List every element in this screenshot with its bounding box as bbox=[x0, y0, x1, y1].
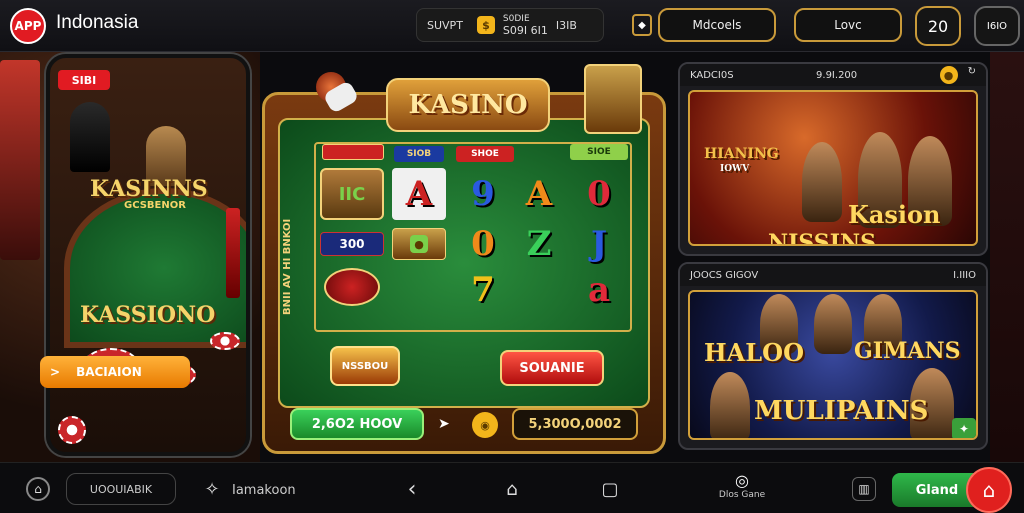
cta-label: BACIAION bbox=[76, 365, 142, 379]
diamond-icon[interactable]: ◆ bbox=[632, 14, 652, 36]
recents-icon[interactable]: ▢ bbox=[598, 477, 622, 501]
level-button[interactable]: 20 bbox=[915, 6, 961, 46]
chip-column bbox=[226, 208, 240, 298]
phone-cta-button[interactable]: > BACIAION bbox=[40, 356, 190, 388]
arrow-right-icon[interactable]: ➤ bbox=[438, 416, 450, 432]
balance-left-pill[interactable]: 2,6O2 HOOV bbox=[290, 408, 424, 440]
card-top-title-sub: NISSINS bbox=[768, 230, 876, 246]
reel-symbol-z: Z bbox=[526, 224, 552, 264]
left-nav-pill[interactable]: UOOUIABIK bbox=[66, 473, 176, 505]
reel-symbol-j: J bbox=[590, 224, 608, 264]
reel-tag-0 bbox=[322, 144, 384, 160]
player-figure bbox=[814, 294, 852, 354]
reel-tag-2: SHOE bbox=[456, 146, 514, 162]
player-figure bbox=[710, 372, 750, 438]
house-icon: ⌂ bbox=[982, 478, 996, 502]
phone-subtitle-1: GCSBENOR bbox=[124, 200, 186, 211]
wallet-label: SUVPT bbox=[427, 18, 463, 32]
phone-top-badge: SIBI bbox=[58, 70, 110, 90]
game-card-bottom[interactable]: JOOCS GIGOV I.IIIO HALOO GIMANS MULIPAIN… bbox=[678, 262, 988, 450]
kasino-badge: NSSBOU bbox=[330, 346, 400, 386]
home-circle-icon[interactable]: ⌂ bbox=[26, 477, 50, 501]
love-button[interactable]: Lovc bbox=[794, 8, 902, 42]
level-value: 20 bbox=[927, 16, 949, 36]
card-top-refresh-icon[interactable]: ↻ bbox=[968, 66, 976, 84]
reel-symbol-a3: a bbox=[587, 270, 611, 310]
kasino-logo: KASINO bbox=[386, 78, 550, 132]
reel-symbol-0: 0 bbox=[587, 174, 611, 214]
card-top-header: KADCI0S 9.9I.200 ● ↻ bbox=[680, 64, 986, 86]
notification-badge: I6IO bbox=[986, 20, 1008, 32]
card-bottom-header-left: JOOCS GIGOV bbox=[690, 269, 759, 281]
app-logo-text: APP bbox=[14, 19, 42, 33]
card-bottom-title-3: MULIPAINS bbox=[754, 396, 929, 426]
treasure-chest-icon bbox=[584, 64, 642, 134]
home-fab-button[interactable]: ⌂ bbox=[966, 467, 1012, 513]
notification-button[interactable]: I6IO bbox=[974, 6, 1020, 46]
phone-title-1: KASINNS bbox=[90, 176, 208, 202]
gold-coin-icon: ◉ bbox=[472, 412, 498, 438]
card-top-title-small: HIANING bbox=[704, 146, 779, 162]
reel-symbol-iic: IIC bbox=[320, 168, 384, 220]
card-top-art: HIANING IOWV Kasion NISSINS bbox=[688, 90, 978, 246]
reel-symbol-o: 0 bbox=[471, 224, 495, 264]
reel-symbol-coin: ● bbox=[392, 228, 446, 260]
app-logo[interactable]: APP bbox=[10, 8, 46, 44]
reel-symbol-a2: A bbox=[525, 174, 553, 214]
dealer-figure bbox=[70, 102, 110, 172]
spin-button[interactable]: SOUANIE bbox=[500, 350, 604, 386]
card-bottom-art: HALOO GIMANS MULIPAINS ✦ bbox=[688, 290, 978, 440]
cta-arrow-icon: > bbox=[50, 365, 61, 379]
character-figure bbox=[802, 142, 842, 222]
game-card-top[interactable]: KADCI0S 9.9I.200 ● ↻ HIANING IOWV Kasion … bbox=[678, 62, 988, 256]
card-bottom-title-2: GIMANS bbox=[854, 338, 961, 364]
wallet-display[interactable]: SUVPT $ S0DIE S09I 6I1 I3IB bbox=[416, 8, 604, 42]
chip-small-icon bbox=[210, 332, 240, 350]
card-bottom-title-1: HALOO bbox=[704, 338, 804, 367]
home-icon[interactable]: ⌂ bbox=[500, 477, 524, 501]
puzzle-icon[interactable]: ✧ bbox=[200, 477, 224, 501]
menu-button[interactable]: Mdcoels bbox=[658, 8, 776, 42]
back-icon[interactable]: ‹ bbox=[400, 477, 424, 502]
app-title: Indonasia bbox=[56, 12, 139, 33]
wallet-extra: I3IB bbox=[555, 18, 577, 32]
grid-icon[interactable]: ▥ bbox=[852, 477, 876, 501]
reel-symbol-badge bbox=[324, 268, 380, 306]
bottom-nav: ⌂ UOOUIABIK ✧ Iamakoon ‹ ⌂ ▢ ◎ Dlos Gane… bbox=[0, 462, 1024, 513]
casino-background-right bbox=[990, 52, 1024, 462]
reel-symbol-9: 9 bbox=[471, 174, 495, 214]
balance-right-pill[interactable]: 5,300O,0002 bbox=[512, 408, 638, 440]
games-label: Dlos Gane bbox=[718, 490, 766, 500]
card-top-header-value: 9.9I.200 bbox=[816, 69, 858, 81]
reel-coin-icon: ● bbox=[410, 235, 428, 253]
games-icon: ◎ bbox=[735, 471, 749, 490]
card-bottom-header: JOOCS GIGOV I.IIIO bbox=[680, 264, 986, 286]
card-top-title-main: Kasion bbox=[848, 200, 941, 229]
card-top-header-left: KADCI0S bbox=[690, 69, 734, 81]
coin-icon: $ bbox=[476, 16, 495, 34]
slot-side-text: BNII AV HI BNKOI bbox=[282, 218, 293, 315]
second-nav-label[interactable]: Iamakoon bbox=[232, 483, 296, 498]
phone-title-2: KASSIONO bbox=[80, 302, 216, 328]
chip-button-icon[interactable] bbox=[58, 416, 86, 444]
card-top-title-small-sub: IOWV bbox=[720, 164, 750, 174]
reel-symbol-7: 7 bbox=[471, 270, 495, 310]
wallet-value: S09I 6I1 bbox=[502, 24, 548, 37]
reel-symbol-300: 300 bbox=[320, 232, 384, 256]
phone-preview: SIBI KASINNS GCSBENOR KASSIONO bbox=[46, 54, 250, 456]
card-top-coin-icon: ● bbox=[939, 66, 958, 84]
slot-machine-decor bbox=[0, 60, 40, 260]
reel-tag-3: SIOE bbox=[570, 144, 628, 160]
games-nav-item[interactable]: ◎ Dlos Gane bbox=[712, 471, 772, 500]
reel-tag-1: SIOB bbox=[394, 146, 444, 162]
card-bottom-header-value: I.IIIO bbox=[953, 269, 976, 281]
reel-symbol-a1: A bbox=[392, 168, 446, 220]
top-bar: APP Indonasia SUVPT $ S0DIE S09I 6I1 I3I… bbox=[0, 0, 1024, 52]
leaf-icon[interactable]: ✦ bbox=[952, 418, 976, 438]
